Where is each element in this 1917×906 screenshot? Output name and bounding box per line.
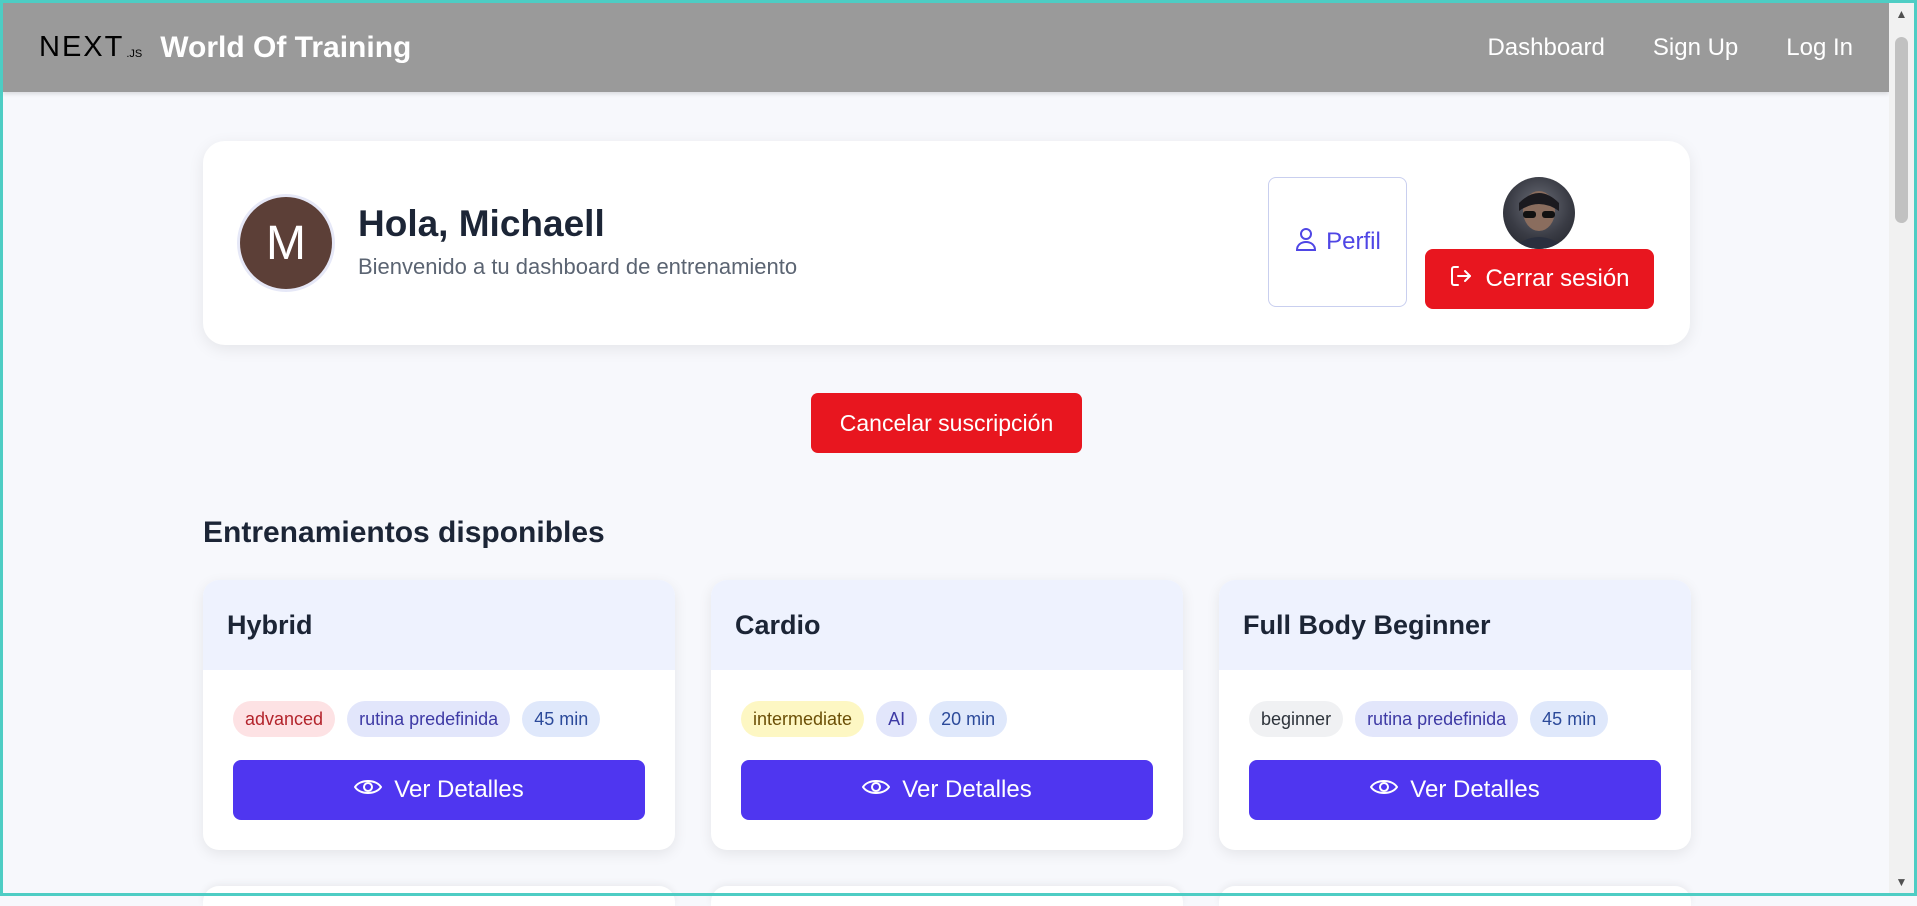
main-nav: Dashboard Sign Up Log In [1487,34,1853,62]
training-card-partial [203,886,675,906]
vertical-scrollbar[interactable]: ▲ ▼ [1889,3,1914,893]
type-badge: rutina predefinida [1355,701,1519,737]
view-details-label: Ver Detalles [394,776,524,803]
training-card-full-body-beginner: Full Body Beginner beginner rutina prede… [1219,580,1691,850]
training-card-hybrid: Hybrid advanced rutina predefinida 45 mi… [203,580,675,850]
type-badge: rutina predefinida [347,701,511,737]
user-photo-avatar[interactable] [1503,177,1575,249]
training-card-title: Hybrid [203,580,675,670]
training-tags: advanced rutina predefinida 45 min [233,701,601,737]
user-icon [1294,226,1318,259]
training-card-title: Full Body Beginner [1219,580,1691,670]
training-card-title: Cardio [711,580,1183,670]
duration-badge: 20 min [929,701,1008,737]
logout-button[interactable]: Cerrar sesión [1425,249,1654,309]
scroll-up-arrow-icon[interactable]: ▲ [1889,5,1914,23]
logout-button-label: Cerrar sesión [1485,265,1630,292]
user-initial-avatar: M [240,197,332,289]
view-details-button[interactable]: Ver Detalles [233,760,645,820]
nav-dashboard[interactable]: Dashboard [1487,34,1604,62]
cancel-subscription-button[interactable]: Cancelar suscripción [811,393,1082,453]
training-card-cardio: Cardio intermediate AI 20 min Ver Detall… [711,580,1183,850]
profile-button[interactable]: Perfil [1268,177,1407,307]
logout-icon [1449,264,1473,295]
type-badge: AI [876,701,918,737]
level-badge: intermediate [741,701,865,737]
profile-button-label: Perfil [1326,228,1381,255]
top-navbar: NEXT .JS World Of Training Dashboard Sig… [3,3,1889,92]
training-tags: intermediate AI 20 min [741,701,1008,737]
level-badge: advanced [233,701,336,737]
app-title: World Of Training [160,30,412,64]
nav-sign-up[interactable]: Sign Up [1653,34,1738,62]
view-details-button[interactable]: Ver Detalles [1249,760,1661,820]
greeting-title: Hola, Michaell [358,203,605,244]
view-details-label: Ver Detalles [1410,776,1540,803]
welcome-card: M Hola, Michaell Bienvenido a tu dashboa… [203,141,1690,345]
nextjs-logo[interactable]: NEXT .JS [39,33,142,62]
view-details-button[interactable]: Ver Detalles [741,760,1153,820]
trainings-section-title: Entrenamientos disponibles [203,516,605,549]
eye-icon [1370,776,1399,804]
eye-icon [862,776,891,804]
eye-icon [354,776,383,804]
training-card-partial [1219,886,1691,906]
nav-log-in[interactable]: Log In [1786,34,1853,62]
level-badge: beginner [1249,701,1344,737]
scroll-down-arrow-icon[interactable]: ▼ [1889,873,1914,891]
scroll-thumb[interactable] [1895,37,1908,223]
logo-sub-text: .JS [126,48,143,60]
logo-main-text: NEXT [39,31,125,63]
duration-badge: 45 min [1530,701,1609,737]
view-details-label: Ver Detalles [902,776,1032,803]
training-tags: beginner rutina predefinida 45 min [1249,701,1609,737]
training-card-partial [711,886,1183,906]
duration-badge: 45 min [522,701,601,737]
welcome-subtitle: Bienvenido a tu dashboard de entrenamien… [358,254,798,279]
